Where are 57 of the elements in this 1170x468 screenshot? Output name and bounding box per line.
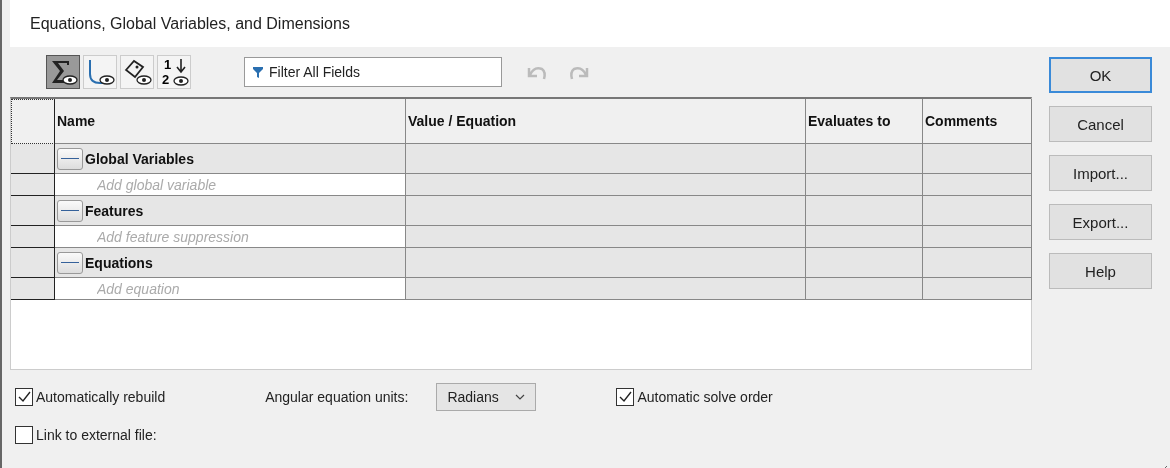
add-row-field[interactable]: Add equation: [55, 278, 406, 300]
row-header[interactable]: [11, 196, 55, 226]
column-header[interactable]: Evaluates to: [806, 99, 923, 144]
table-cell[interactable]: [406, 248, 806, 278]
group-name: Features: [85, 202, 144, 219]
toolbar-button[interactable]: 1 2: [157, 55, 191, 89]
collapse-icon[interactable]: [57, 147, 83, 170]
units-label: Angular equation units:: [265, 389, 409, 405]
row-header[interactable]: [11, 99, 55, 144]
row-header[interactable]: [11, 248, 55, 278]
column-header[interactable]: Value / Equation: [406, 99, 806, 144]
row-header[interactable]: [11, 226, 55, 248]
dialog-button[interactable]: OK: [1049, 57, 1152, 93]
table-cell[interactable]: [806, 174, 923, 196]
table-cell[interactable]: [406, 174, 806, 196]
group-name: Equations: [85, 254, 153, 271]
units-dropdown[interactable]: Radians: [436, 383, 537, 411]
dialog-button[interactable]: Import...: [1049, 155, 1152, 191]
checked-checkbox[interactable]: [616, 388, 635, 406]
table-cell[interactable]: [923, 144, 1032, 174]
filter-icon: [253, 67, 263, 78]
table-cell[interactable]: [406, 144, 806, 174]
table-cell[interactable]: [923, 278, 1032, 300]
dialog-button[interactable]: Cancel: [1049, 106, 1152, 142]
checkbox-label[interactable]: Automatic solve order: [637, 389, 773, 405]
table-cell[interactable]: [923, 248, 1032, 278]
table-cell[interactable]: [923, 174, 1032, 196]
checked-checkbox[interactable]: [15, 388, 33, 406]
window-title: Equations, Global Variables, and Dimensions: [10, 0, 1170, 47]
filter-field[interactable]: Filter All Fields: [244, 57, 502, 87]
table-cell[interactable]: [806, 144, 923, 174]
column-header[interactable]: Comments: [923, 99, 1032, 144]
row-header[interactable]: [11, 174, 55, 196]
table-cell[interactable]: [806, 278, 923, 300]
checkbox-label[interactable]: Link to external file:: [36, 427, 157, 443]
column-header[interactable]: Name: [55, 99, 406, 144]
table-cell[interactable]: [406, 196, 806, 226]
table-cell[interactable]: [806, 226, 923, 248]
toolbar-button[interactable]: [46, 55, 80, 89]
checkbox[interactable]: [15, 426, 33, 444]
row-header[interactable]: [11, 278, 55, 300]
table-cell[interactable]: [806, 248, 923, 278]
collapse-icon[interactable]: [57, 199, 83, 222]
dialog-button[interactable]: Help: [1049, 253, 1152, 289]
table-cell[interactable]: [406, 278, 806, 300]
row-header[interactable]: [11, 144, 55, 174]
table-cell[interactable]: [923, 196, 1032, 226]
table-cell[interactable]: [806, 196, 923, 226]
chevron-down-icon: [515, 394, 526, 400]
add-row-field[interactable]: Add global variable: [55, 174, 406, 196]
table-cell[interactable]: [406, 226, 806, 248]
add-row-field[interactable]: Add feature suppression: [55, 226, 406, 248]
collapse-icon[interactable]: [57, 251, 83, 274]
dialog-button[interactable]: Export...: [1049, 204, 1152, 240]
group-name: Global Variables: [85, 150, 194, 167]
table-cell[interactable]: [923, 226, 1032, 248]
checkbox-label[interactable]: Automatically rebuild: [36, 389, 166, 405]
